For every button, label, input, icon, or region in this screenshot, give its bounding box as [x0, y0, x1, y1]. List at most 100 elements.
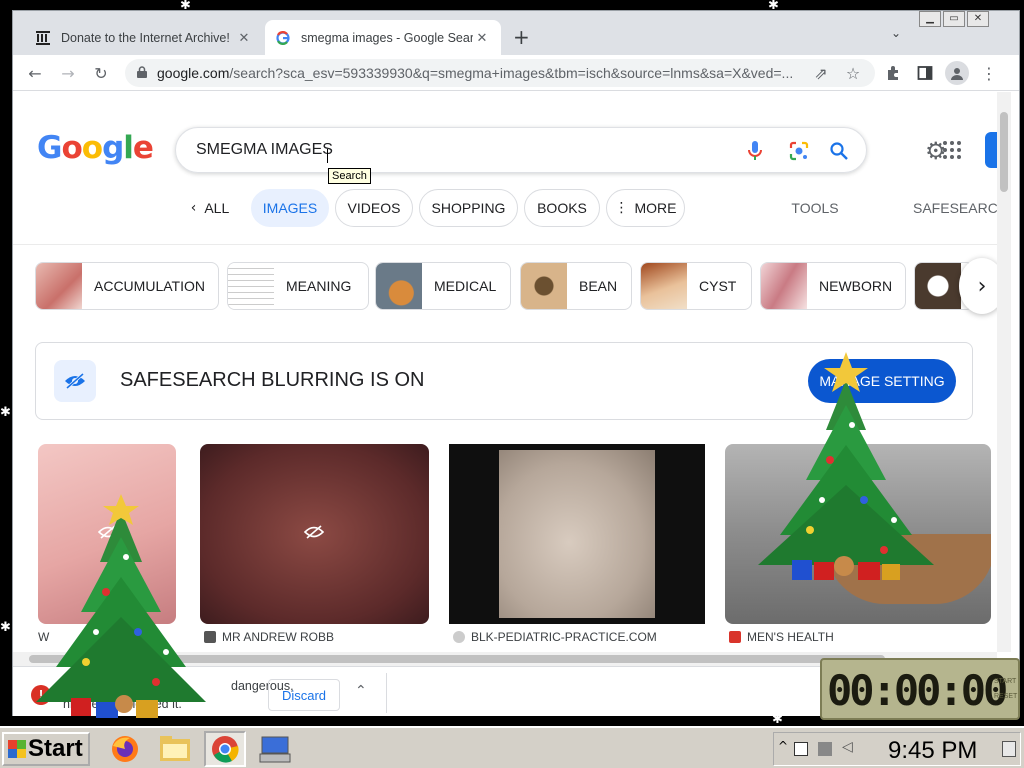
lens-icon[interactable] [788, 140, 810, 162]
refinement-chip[interactable]: ACCUMULATION [35, 262, 219, 310]
safesearch-notice-text: SAFESEARCH BLURRING IS ON [120, 369, 425, 391]
share-icon[interactable]: ⇗ [809, 61, 833, 85]
chevron-up-icon[interactable]: ⌃ [355, 683, 367, 699]
image-content [499, 450, 655, 618]
stopwatch-display: 00:00:00 [827, 666, 1008, 715]
result-source[interactable]: BLK-PEDIATRIC-PRACTICE.COM [453, 630, 657, 644]
refinement-label: MEDICAL [434, 278, 497, 294]
refinement-chip[interactable]: CYST [640, 262, 752, 310]
tab-all-label: ALL [204, 200, 230, 216]
close-tab-icon[interactable]: ✕ [235, 30, 253, 46]
apps-grid-icon[interactable] [943, 141, 961, 159]
refinement-label: NEWBORN [819, 278, 893, 294]
eye-slash-icon [54, 360, 96, 402]
discard-button[interactable]: Discard [268, 679, 340, 711]
divider [386, 673, 387, 713]
search-icon[interactable] [828, 140, 850, 162]
vertical-scrollbar[interactable] [997, 92, 1011, 652]
maximize-icon[interactable]: ▭ [943, 11, 965, 27]
firefox-icon[interactable] [104, 731, 146, 767]
profile-avatar-icon[interactable] [945, 61, 969, 85]
start-label: Start [28, 735, 83, 762]
tab-shopping[interactable]: SHOPPING [419, 189, 518, 227]
tab-search-chevron-icon[interactable]: ⌄ [891, 26, 901, 40]
site-favicon-icon [729, 631, 741, 643]
mic-icon[interactable] [744, 140, 766, 162]
tab-title: smegma images - Google Search [301, 30, 473, 45]
chip-thumbnail [36, 263, 82, 309]
tab-books-label: BOOKS [537, 200, 587, 216]
url-text: google.com/search?sca_esv=593339930&q=sm… [157, 65, 793, 81]
refinement-chip[interactable]: NEWBORN [760, 262, 906, 310]
safesearch-button[interactable]: SAFESEARCH [913, 189, 997, 227]
chip-thumbnail [376, 263, 422, 309]
result-source-text: BLK-PEDIATRIC-PRACTICE.COM [471, 630, 657, 644]
stopwatch-controls: START RESET [994, 674, 1017, 704]
tools-button[interactable]: TOOLS [779, 189, 851, 227]
chevron-right-icon[interactable]: › [959, 258, 997, 314]
tab-images-label: IMAGES [262, 200, 318, 216]
search-box[interactable]: SMEGMA IMAGES [175, 127, 867, 173]
start-button[interactable]: Start [2, 732, 90, 766]
image-result[interactable] [449, 444, 705, 624]
volume-icon[interactable]: ◁ [842, 739, 853, 755]
safesearch-label: SAFESEARCH [913, 200, 997, 216]
chrome-icon[interactable] [204, 731, 246, 767]
bookmark-star-icon[interactable]: ☆ [841, 61, 865, 85]
url-path: /search?sca_esv=593339930&q=smegma+image… [229, 65, 794, 81]
show-desktop-icon[interactable] [1002, 741, 1016, 757]
refinement-chip[interactable]: MEANING [227, 262, 369, 310]
tab-all[interactable]: ‹ ALL [181, 189, 239, 227]
tab-videos[interactable]: VIDEOS [335, 189, 413, 227]
scrollbar-thumb[interactable] [1000, 112, 1008, 192]
refinement-label: CYST [699, 278, 737, 294]
image-result[interactable] [200, 444, 429, 624]
more-dots-icon: ⋮ [614, 200, 629, 216]
search-type-nav: ‹ ALL IMAGES VIDEOS SHOPPING BOOKS ⋮ MOR… [13, 189, 997, 231]
close-tab-icon[interactable]: ✕ [473, 30, 491, 46]
reset-timer-button[interactable]: RESET [994, 689, 1017, 704]
security-alert-icon[interactable] [794, 742, 808, 756]
address-bar[interactable]: google.com/search?sca_esv=593339930&q=sm… [125, 59, 875, 87]
extensions-icon[interactable] [881, 61, 905, 85]
back-icon[interactable]: ← [23, 61, 47, 85]
browser-menu-icon[interactable]: ⋮ [977, 61, 1001, 85]
google-logo[interactable]: Google [37, 130, 154, 166]
archive-icon [35, 30, 51, 46]
forward-icon[interactable]: → [56, 61, 80, 85]
christmas-tree-decoration [758, 352, 934, 580]
refinement-chip[interactable]: MEDICAL [375, 262, 511, 310]
result-source-text: MR ANDREW ROBB [222, 630, 335, 644]
result-source[interactable]: MR ANDREW ROBB [204, 630, 334, 644]
new-tab-icon[interactable]: + [513, 25, 530, 49]
tray-expand-icon[interactable]: ^ [778, 739, 788, 753]
file-explorer-icon[interactable] [154, 731, 196, 767]
chevron-left-icon: ‹ [190, 200, 197, 216]
tab-internet-archive[interactable]: Donate to the Internet Archive! ✕ [25, 20, 263, 55]
refinement-label: MEANING [286, 278, 352, 294]
reload-icon[interactable]: ↻ [89, 61, 113, 85]
system-tray: ^ ◁ 9:45 PM [773, 732, 1021, 766]
on-screen-keyboard-icon[interactable] [254, 731, 296, 767]
stopwatch-gadget: 00:00:00 START RESET [820, 658, 1020, 720]
tab-google-search[interactable]: smegma images - Google Search ✕ [265, 20, 501, 55]
eye-slash-icon [303, 524, 325, 545]
minimize-icon[interactable]: ▁ [919, 11, 941, 27]
network-icon[interactable] [818, 742, 832, 756]
taskbar-clock[interactable]: 9:45 PM [888, 737, 977, 765]
tab-books[interactable]: BOOKS [524, 189, 600, 227]
lock-icon [137, 65, 147, 81]
side-panel-icon[interactable] [913, 61, 937, 85]
start-timer-button[interactable]: START [994, 674, 1017, 689]
sign-in-button[interactable] [985, 132, 997, 168]
result-source[interactable]: MEN'S HEALTH [729, 630, 834, 644]
tab-more-label: MORE [634, 200, 677, 216]
snowflake-icon: ✱ [0, 405, 11, 420]
close-window-icon[interactable]: ✕ [967, 11, 989, 27]
refinement-chip[interactable]: BEAN [520, 262, 632, 310]
tab-title: Donate to the Internet Archive! [61, 30, 230, 45]
tab-more[interactable]: ⋮ MORE [606, 189, 685, 227]
divider [13, 244, 997, 245]
christmas-tree-decoration [36, 494, 206, 718]
tab-images[interactable]: IMAGES [251, 189, 329, 227]
